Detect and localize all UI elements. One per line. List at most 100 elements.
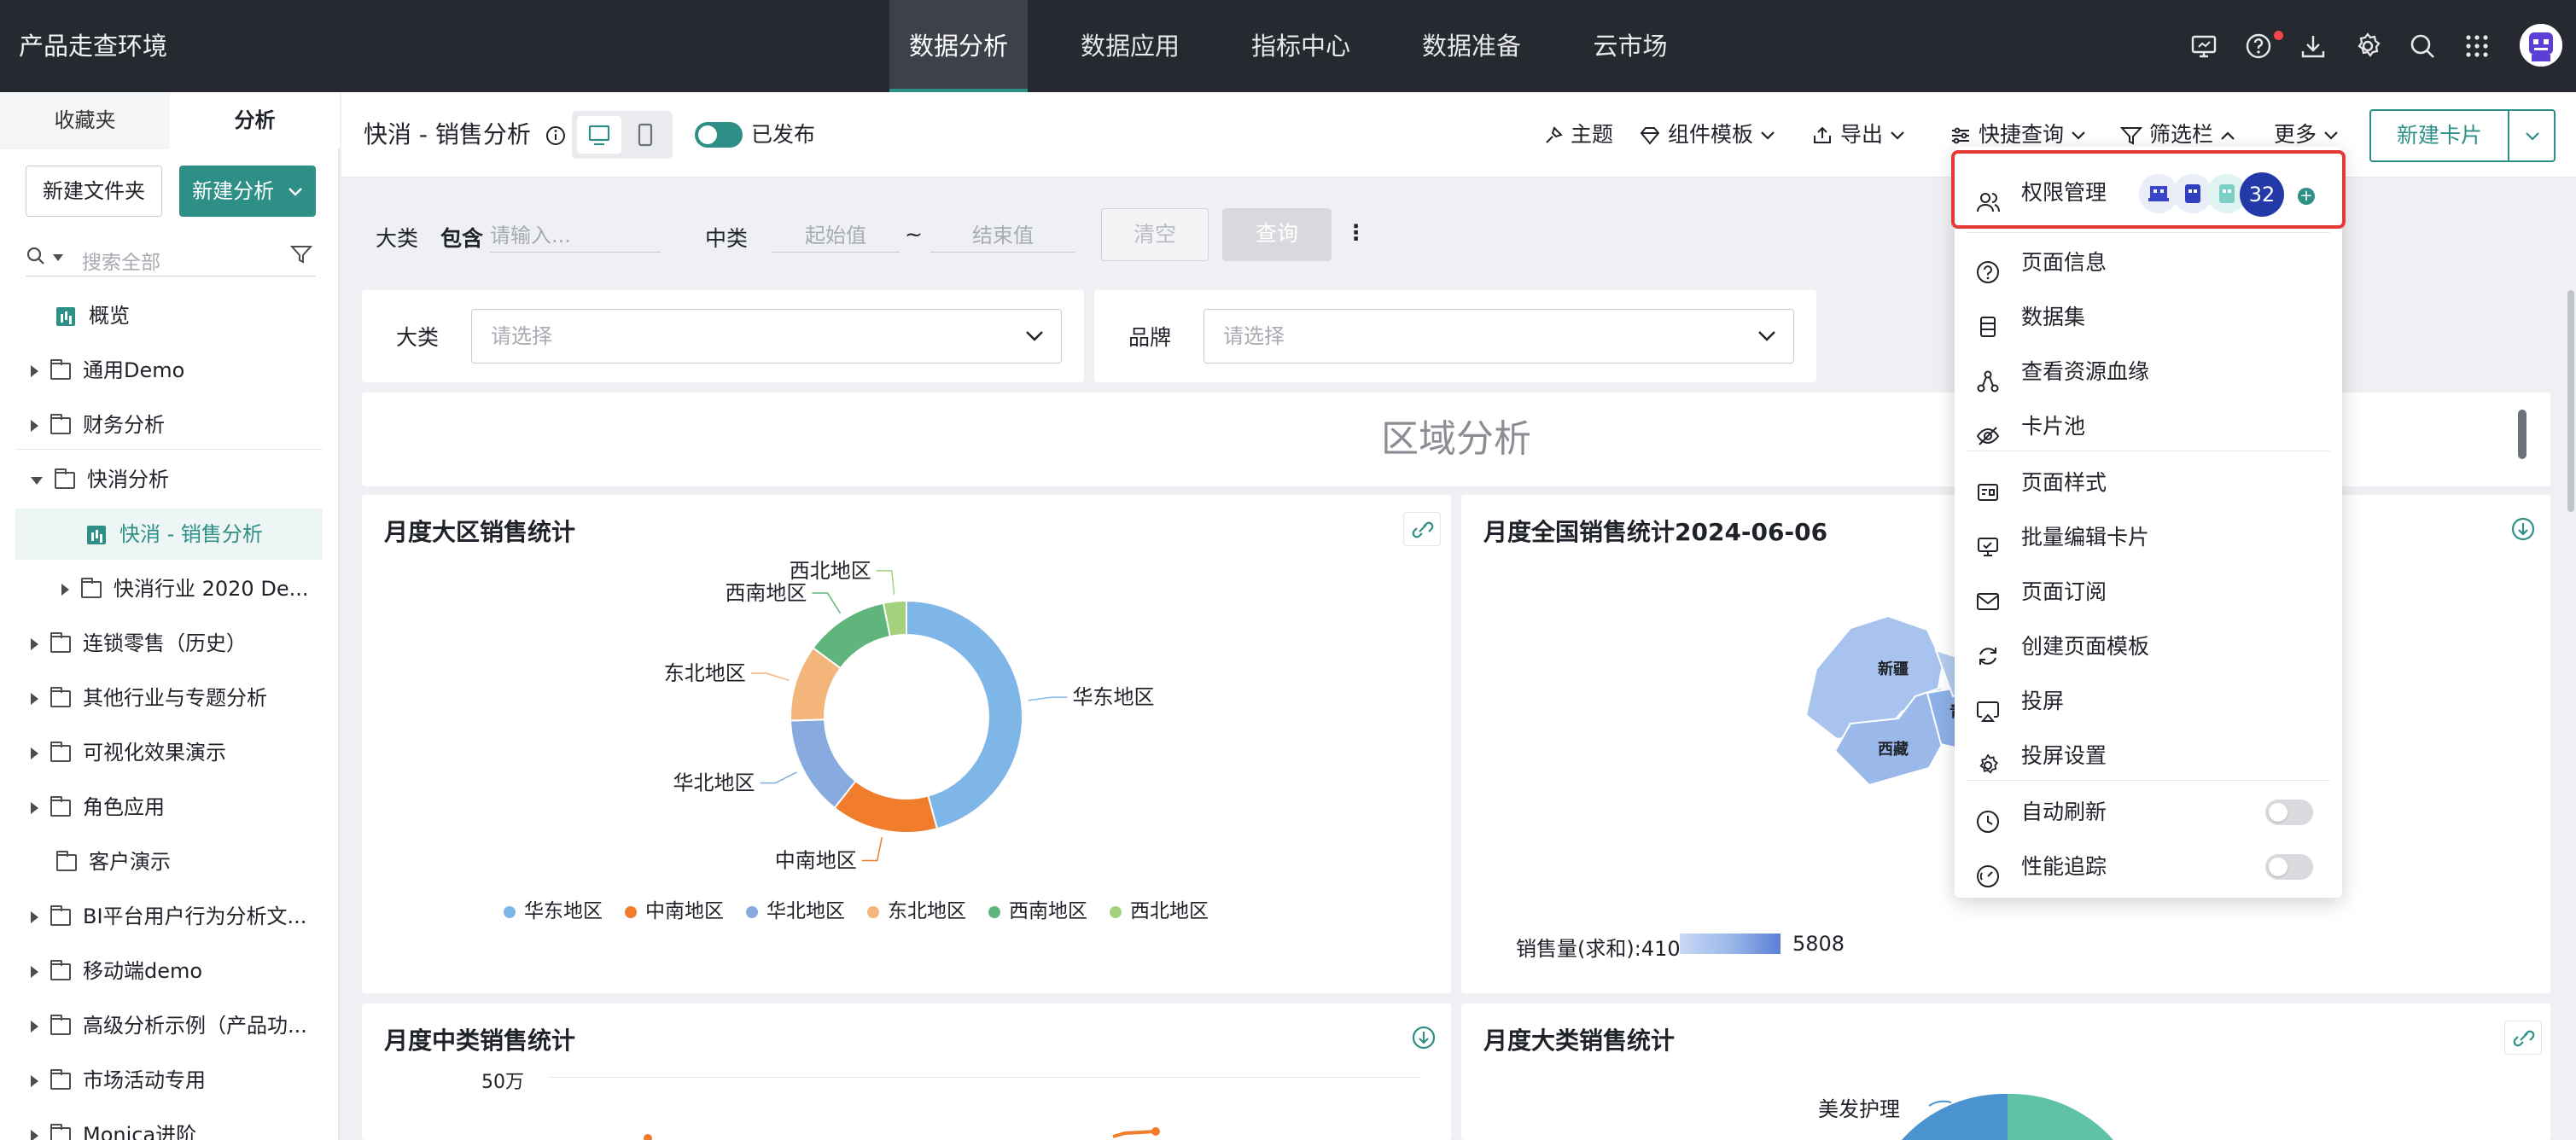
tree-item-folder[interactable]: 通用Demo — [15, 345, 323, 396]
auto-refresh-toggle[interactable] — [2265, 800, 2313, 825]
legend-item[interactable]: 东北地区 — [845, 900, 966, 922]
clear-button[interactable]: 清空 — [1101, 208, 1209, 261]
filter-icon[interactable] — [290, 244, 312, 265]
quick-query-label: 快捷查询 — [1979, 122, 2065, 147]
download-card-icon[interactable] — [2504, 512, 2542, 546]
category-operator[interactable]: 包含 — [440, 222, 483, 253]
expand-arrow-icon[interactable] — [31, 1021, 38, 1032]
visual-map-gradient[interactable] — [1680, 934, 1780, 954]
settings-icon[interactable] — [2352, 31, 2383, 61]
collapse-arrow-icon[interactable] — [31, 476, 43, 485]
apps-grid-icon[interactable] — [2462, 31, 2492, 61]
donut-slice[interactable] — [790, 718, 857, 810]
donut-slice[interactable] — [906, 599, 1023, 830]
nav-tab-data-prep[interactable]: 数据准备 — [1403, 0, 1540, 92]
caret-down-icon[interactable] — [53, 254, 63, 261]
menu-item-cast-settings[interactable]: 投屏设置 — [1955, 729, 2342, 783]
new-card-button[interactable]: 新建卡片 — [2369, 109, 2556, 162]
inner-scrollbar[interactable] — [2518, 410, 2526, 459]
menu-item-batch-edit[interactable]: 批量编辑卡片 — [1955, 510, 2342, 565]
nav-tab-metrics[interactable]: 指标中心 — [1233, 0, 1369, 92]
chevron-down-icon[interactable] — [2525, 131, 2540, 142]
tree-item-folder[interactable]: Monica进阶 — [15, 1109, 323, 1140]
brand-selector-label: 品牌 — [1128, 325, 1172, 350]
tree-item-folder[interactable]: BI平台用户行为分析文... — [15, 891, 323, 942]
sliders-icon — [1952, 127, 1969, 144]
menu-item-lineage[interactable]: 查看资源血缘 — [1955, 345, 2342, 399]
range-start-input[interactable]: 起始值 — [772, 218, 900, 253]
mobile-view-button[interactable] — [623, 116, 667, 154]
map-label-xinjiang: 新疆 — [1878, 660, 1909, 678]
new-folder-button[interactable]: 新建文件夹 — [26, 166, 162, 217]
expand-arrow-icon[interactable] — [31, 747, 38, 759]
page-scrollbar[interactable] — [2567, 290, 2574, 512]
help-icon[interactable] — [2243, 31, 2274, 61]
legend-dot — [988, 905, 1000, 918]
component-template-button[interactable]: 组件模板 — [1639, 92, 1775, 177]
expand-arrow-icon[interactable] — [61, 584, 69, 596]
tab-favorites[interactable]: 收藏夹 — [0, 92, 170, 148]
tree-item-folder[interactable]: 移动端demo — [15, 945, 323, 997]
search-icon[interactable] — [2407, 31, 2438, 61]
legend-item[interactable]: 中南地区 — [603, 900, 724, 922]
expand-arrow-icon[interactable] — [31, 911, 38, 923]
tree-item-folder[interactable]: 财务分析 — [15, 399, 323, 451]
expand-arrow-icon[interactable] — [31, 1130, 38, 1140]
tree-item-selected-page[interactable]: 快消 - 销售分析 — [15, 509, 323, 560]
range-end-input[interactable]: 结束值 — [930, 218, 1075, 253]
theme-button[interactable]: 主题 — [1543, 92, 1613, 177]
menu-item-cast[interactable]: 投屏 — [1955, 674, 2342, 729]
tree-item-overview[interactable]: 概览 — [15, 290, 323, 341]
tree-item-folder[interactable]: 快消行业 2020 De... — [15, 563, 323, 614]
publish-toggle[interactable] — [695, 122, 743, 148]
category-input[interactable]: 请输入... — [490, 218, 661, 253]
tree-item-folder[interactable]: 客户演示 — [15, 836, 323, 887]
slice-label-line — [861, 836, 883, 862]
menu-item-create-template[interactable]: 创建页面模板 — [1955, 619, 2342, 674]
tree-item-folder[interactable]: 市场活动专用 — [15, 1055, 323, 1106]
tab-analysis[interactable]: 分析 — [170, 92, 340, 148]
tree-item-folder[interactable]: 可视化效果演示 — [15, 727, 323, 778]
category-select[interactable]: 请选择 — [471, 309, 1062, 364]
tree-item-folder[interactable]: 角色应用 — [15, 782, 323, 833]
tree-item-folder[interactable]: 连锁零售（历史） — [15, 618, 323, 669]
legend-item[interactable]: 西北地区 — [1087, 900, 1209, 922]
info-circle-icon — [1975, 251, 2001, 283]
user-avatar[interactable] — [2520, 24, 2562, 67]
menu-item-page-style[interactable]: 页面样式 — [1955, 456, 2342, 510]
menu-item-card-pool[interactable]: 卡片池 — [1955, 399, 2342, 454]
page-style-icon — [1975, 471, 2001, 501]
sidebar-search[interactable]: 搜索全部 — [26, 239, 316, 276]
tree-item-folder[interactable]: 高级分析示例（产品功... — [15, 1000, 323, 1051]
expand-arrow-icon[interactable] — [31, 802, 38, 814]
download-icon[interactable] — [2298, 31, 2328, 61]
expand-arrow-icon[interactable] — [31, 693, 38, 705]
performance-toggle[interactable] — [2265, 854, 2313, 880]
export-button[interactable]: 导出 — [1811, 92, 1905, 177]
menu-item-subscribe[interactable]: 页面订阅 — [1955, 565, 2342, 619]
expand-arrow-icon[interactable] — [31, 638, 38, 650]
expand-arrow-icon[interactable] — [31, 420, 38, 432]
legend-item[interactable]: 华北地区 — [724, 900, 845, 922]
query-button[interactable]: 查询 — [1222, 208, 1332, 261]
desktop-view-button[interactable] — [577, 116, 621, 154]
brand-select[interactable]: 请选择 — [1203, 309, 1794, 364]
nav-tab-marketplace[interactable]: 云市场 — [1576, 0, 1685, 92]
search-input[interactable]: 搜索全部 — [82, 246, 160, 275]
legend-item[interactable]: 华东地区 — [481, 900, 603, 922]
filter-more-icon[interactable]: ⋮ — [1345, 220, 1367, 245]
menu-item-dataset[interactable]: 数据集 — [1955, 290, 2342, 345]
expand-arrow-icon[interactable] — [31, 1075, 38, 1087]
folder-icon — [50, 359, 71, 380]
new-analysis-button[interactable]: 新建分析 — [179, 166, 316, 217]
monitor-icon[interactable] — [2188, 31, 2219, 61]
tree-item-folder[interactable]: 其他行业与专题分析 — [15, 672, 323, 724]
tree-item-folder[interactable]: 快消分析 — [15, 454, 323, 505]
nav-tab-data-apps[interactable]: 数据应用 — [1062, 0, 1198, 92]
expand-arrow-icon[interactable] — [31, 365, 38, 377]
legend-item[interactable]: 西南地区 — [966, 900, 1087, 922]
nav-tab-data-analysis[interactable]: 数据分析 — [889, 0, 1028, 92]
menu-item-page-info[interactable]: 页面信息 — [1955, 236, 2342, 290]
expand-arrow-icon[interactable] — [31, 966, 38, 978]
info-icon[interactable] — [545, 125, 566, 146]
